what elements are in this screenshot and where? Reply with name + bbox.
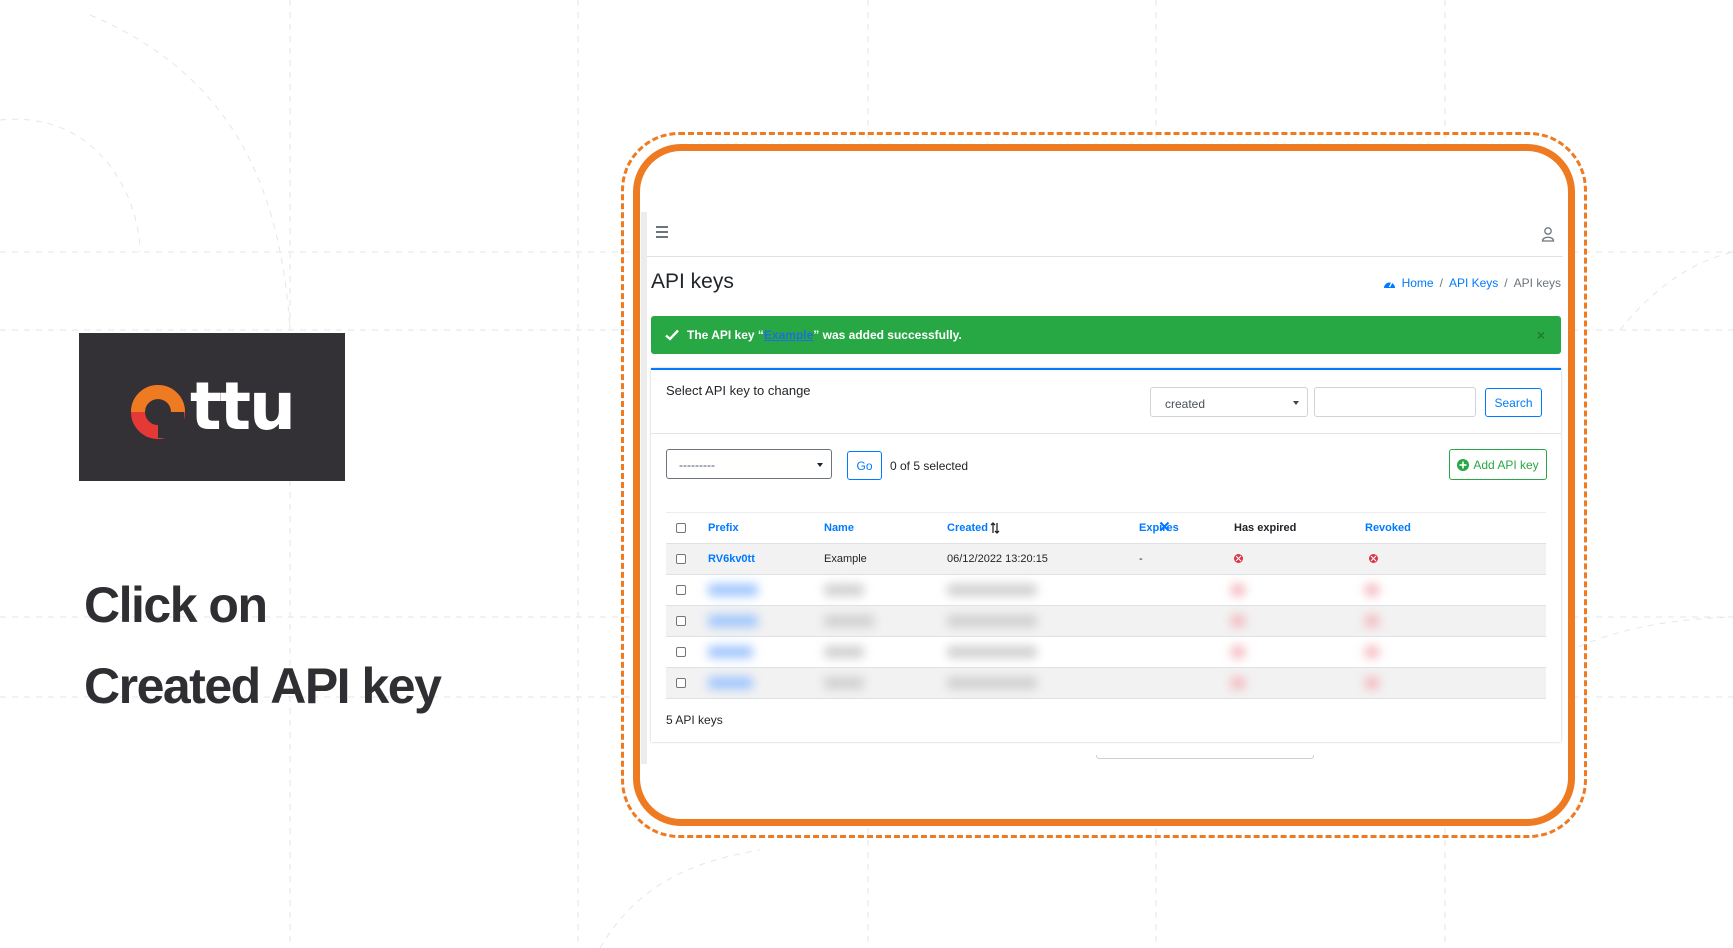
column-revoked[interactable]: Revoked [1365, 513, 1411, 543]
search-input[interactable] [1314, 387, 1476, 417]
alert-prefix: The API key “ [687, 328, 764, 342]
chevron-down-icon [1293, 401, 1299, 405]
user-icon[interactable] [1541, 226, 1555, 242]
alert-suffix: ” was added successfully. [813, 328, 962, 342]
breadcrumb-current: API keys [1513, 276, 1561, 290]
blurred-cell [1231, 584, 1245, 596]
row-expires: - [1139, 553, 1143, 565]
search-field-value: created [1165, 397, 1206, 411]
api-keys-table: Prefix Name Created Expires Has expired … [666, 512, 1546, 699]
blurred-cell [708, 584, 758, 596]
blurred-cell [947, 584, 1037, 596]
column-name[interactable]: Name [824, 513, 854, 543]
plus-circle-icon [1457, 458, 1470, 471]
blurred-cell [708, 646, 753, 658]
column-prefix[interactable]: Prefix [708, 513, 739, 543]
column-created-label: Created [947, 522, 988, 534]
instruction-headline: Click on Created API key [84, 565, 442, 727]
error-icon [1369, 554, 1378, 563]
add-api-key-button[interactable]: Add API key [1449, 449, 1547, 480]
menu-toggle-icon[interactable] [656, 226, 668, 238]
check-icon [665, 329, 679, 341]
row-checkbox[interactable] [676, 647, 686, 657]
dashboard-icon [1383, 281, 1395, 288]
breadcrumb-separator: / [1439, 276, 1443, 290]
blurred-cell [824, 584, 864, 596]
table-row[interactable] [666, 575, 1546, 606]
sort-ascending-icon [990, 522, 1000, 535]
row-checkbox[interactable] [676, 585, 686, 595]
blurred-cell [708, 615, 758, 627]
alert-close-button[interactable]: × [1537, 327, 1545, 343]
blurred-cell [1231, 615, 1245, 627]
search-field-select[interactable]: created [1150, 387, 1308, 417]
column-expires[interactable]: Expires [1139, 513, 1179, 543]
breadcrumb-separator: / [1504, 276, 1508, 290]
blurred-cell [1365, 584, 1379, 596]
changelist-card: Select API key to change created Search … [651, 368, 1561, 742]
action-select-value: --------- [679, 458, 715, 472]
logo-text: ttu [189, 368, 296, 445]
row-created: 06/12/2022 13:20:15 [947, 553, 1048, 565]
card-title: Select API key to change [666, 383, 811, 398]
blurred-cell [947, 615, 1037, 627]
row-checkbox[interactable] [676, 554, 686, 564]
blurred-cell [947, 677, 1037, 689]
row-prefix-link[interactable]: RV6kv0tt [708, 544, 755, 574]
blurred-cell [824, 646, 864, 658]
blurred-cell [824, 615, 874, 627]
breadcrumb-home-link[interactable]: Home [1402, 276, 1434, 290]
horizontal-scrollbar[interactable] [1096, 755, 1314, 759]
page-title: API keys [651, 270, 734, 293]
table-row[interactable] [666, 606, 1546, 637]
table-row[interactable] [666, 637, 1546, 668]
success-alert: The API key “Example” was added successf… [651, 316, 1561, 354]
column-has-expired: Has expired [1234, 522, 1297, 534]
row-checkbox[interactable] [676, 678, 686, 688]
action-select[interactable]: --------- [666, 449, 832, 479]
breadcrumb-api-keys-link[interactable]: API Keys [1449, 276, 1498, 290]
go-button[interactable]: Go [847, 451, 882, 480]
table-row[interactable]: RV6kv0tt Example 06/12/2022 13:20:15 - [666, 544, 1546, 575]
headline-line-1: Click on [84, 577, 268, 633]
breadcrumb: Home / API Keys / API keys [1383, 276, 1561, 290]
search-button[interactable]: Search [1485, 388, 1542, 417]
blurred-cell [1365, 677, 1379, 689]
blurred-cell [1365, 615, 1379, 627]
row-checkbox[interactable] [676, 616, 686, 626]
blurred-cell [1231, 677, 1245, 689]
alert-key-link[interactable]: Example [764, 328, 813, 342]
select-all-checkbox[interactable] [676, 523, 686, 533]
top-navbar [647, 212, 1563, 257]
table-header: Prefix Name Created Expires Has expired … [666, 512, 1546, 544]
result-count: 5 API keys [666, 713, 723, 727]
add-button-label: Add API key [1473, 457, 1539, 472]
blurred-cell [1365, 646, 1379, 658]
table-row[interactable] [666, 668, 1546, 699]
column-created[interactable]: Created [947, 513, 1000, 543]
chevron-down-icon [817, 463, 823, 467]
ottu-o-mark-icon [130, 385, 185, 439]
selected-count: 0 of 5 selected [890, 459, 969, 473]
headline-line-2: Created API key [84, 658, 442, 714]
ottu-logo: ttu [79, 333, 345, 481]
blurred-cell [947, 646, 1037, 658]
error-icon [1234, 554, 1243, 563]
row-name: Example [824, 553, 867, 565]
blurred-cell [824, 677, 864, 689]
sidebar-edge [641, 212, 647, 764]
blurred-cell [708, 677, 753, 689]
blurred-cell [1231, 646, 1245, 658]
card-header: Select API key to change created Search [651, 370, 1561, 434]
